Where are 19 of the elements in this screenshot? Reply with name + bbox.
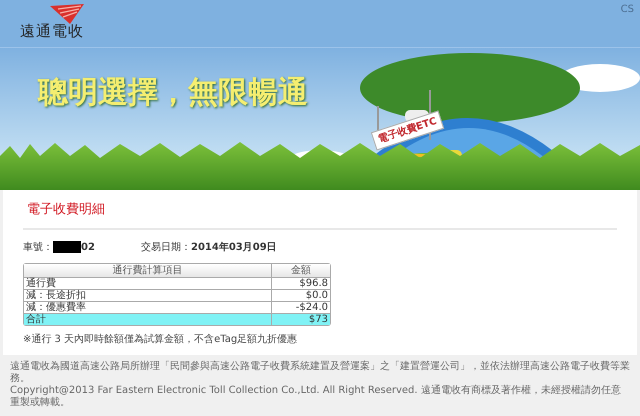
footer-text: 遠通電收為國道高速公路局所辦理「民間參與高速公路電子收費系統建置及營運案」之「建置營運公司」，並依法辦理高速公路電子收費等業務。	[10, 360, 630, 384]
table-cell: $0.0	[272, 290, 330, 302]
column-header: 金額	[272, 264, 330, 278]
date-label: 交易日期：	[141, 240, 191, 254]
date-value: 2014年03月09日	[191, 240, 277, 254]
total-label: 合計	[24, 314, 272, 324]
slogan-heading: 聰明選擇，無限暢通	[38, 76, 308, 109]
footnote-text: ※通行 3 天內即時餘額僅為試算金額，不含eTag足額九折優惠	[23, 332, 298, 346]
page-title: 電子收費明細	[26, 201, 106, 219]
table-cell: 通行費	[24, 278, 272, 290]
footer-text: Copyright@2013 Far Eastern Electronic Toll Collection Co.,Ltd. All Right Reserved. 遠通電收有商標及著作權，未經授權請勿任意重製或轉載。	[10, 384, 622, 408]
swoosh-logo-icon	[50, 4, 84, 24]
plate-label: 車號：	[23, 240, 53, 254]
plate-number: 02	[81, 240, 95, 254]
table-cell: 減：長途折扣	[24, 290, 272, 302]
column-header: 通行費計算項目	[24, 264, 272, 278]
total-amount: $73	[272, 314, 330, 324]
logo-text[interactable]: 遠通電收	[20, 24, 84, 39]
table-cell: $96.8	[272, 278, 330, 290]
